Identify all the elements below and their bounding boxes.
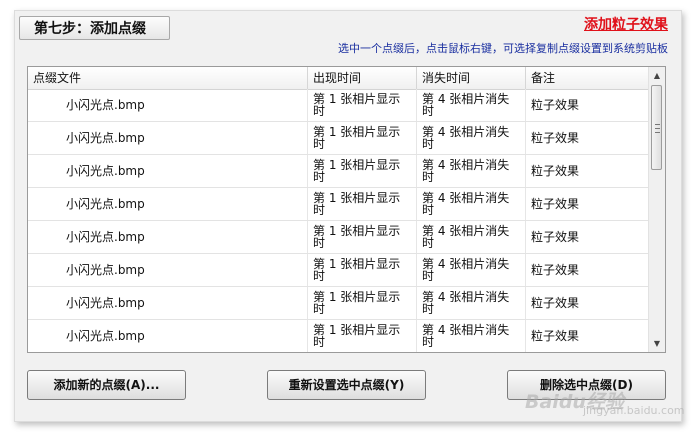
table-body: 小闪光点.bmp 第 1 张相片显示时第 4 张相片消失时 粒子效果 小闪光点.bmp… xyxy=(28,89,648,352)
cell-appear-time: 第 1 张相片显示时 xyxy=(308,188,417,220)
table-row[interactable]: 小闪光点.bmp 第 1 张相片显示时第 4 张相片消失时 粒子效果 xyxy=(28,221,648,254)
cell-disappear-time: 第 4 张相片消失时 xyxy=(417,155,526,187)
table-row[interactable]: 小闪光点.bmp 第 1 张相片显示时第 4 张相片消失时 粒子效果 xyxy=(28,89,648,122)
cell-file: 小闪光点.bmp xyxy=(28,221,308,253)
hint-text: 选中一个点缀后，点击鼠标右键，可选择复制点缀设置到系统剪贴板 xyxy=(338,42,668,55)
column-header-file[interactable]: 点缀文件 xyxy=(28,67,308,89)
cell-disappear-time: 第 4 张相片消失时 xyxy=(417,254,526,286)
scroll-up-arrow-icon[interactable]: ▲ xyxy=(649,67,665,84)
scrollbar-grip-icon xyxy=(655,124,660,133)
decoration-table[interactable]: 点缀文件 出现时间 消失时间 备注 小闪光点.bmp 第 1 张相片显示时第 4 … xyxy=(27,66,666,353)
cell-appear-time: 第 1 张相片显示时 xyxy=(308,287,417,319)
add-decoration-button[interactable]: 添加新的点缀(A)... xyxy=(27,370,186,400)
cell-disappear-time: 第 4 张相片消失时 xyxy=(417,188,526,220)
column-header-appear-time[interactable]: 出现时间 xyxy=(308,67,417,89)
table-row[interactable]: 小闪光点.bmp 第 1 张相片显示时第 4 张相片消失时 粒子效果 xyxy=(28,254,648,287)
cell-file: 小闪光点.bmp xyxy=(28,155,308,187)
column-header-disappear-time[interactable]: 消失时间 xyxy=(417,67,526,89)
cell-note: 粒子效果 xyxy=(531,296,580,310)
table-row[interactable]: 小闪光点.bmp 第 1 张相片显示时第 4 张相片消失时 粒子效果 xyxy=(28,287,648,320)
cell-note: 粒子效果 xyxy=(531,329,580,343)
cell-file: 小闪光点.bmp xyxy=(28,320,308,352)
cell-appear-time: 第 1 张相片显示时 xyxy=(308,320,417,352)
scrollbar-thumb[interactable] xyxy=(651,85,662,170)
cell-disappear-time: 第 4 张相片消失时 xyxy=(417,89,526,121)
step-tab[interactable]: 第七步：添加点缀 xyxy=(19,16,170,40)
cell-note: 粒子效果 xyxy=(531,98,580,112)
cell-file: 小闪光点.bmp xyxy=(28,188,308,220)
cell-appear-time: 第 1 张相片显示时 xyxy=(308,122,417,154)
cell-appear-time: 第 1 张相片显示时 xyxy=(308,89,417,121)
table-row[interactable]: 小闪光点.bmp 第 1 张相片显示时第 4 张相片消失时 粒子效果 xyxy=(28,155,648,188)
vertical-scrollbar[interactable]: ▲ ▼ xyxy=(648,67,665,352)
scroll-down-arrow-icon[interactable]: ▼ xyxy=(649,335,665,352)
baidu-watermark-url: jingyan.baidu.com xyxy=(583,404,685,417)
cell-file: 小闪光点.bmp xyxy=(28,122,308,154)
cell-disappear-time: 第 4 张相片消失时 xyxy=(417,221,526,253)
cell-note: 粒子效果 xyxy=(531,131,580,145)
reset-decoration-button[interactable]: 重新设置选中点缀(Y) xyxy=(267,370,426,400)
column-header-note[interactable]: 备注 xyxy=(526,67,648,89)
cell-note: 粒子效果 xyxy=(531,164,580,178)
cell-file: 小闪光点.bmp xyxy=(28,287,308,319)
add-particle-effect-link[interactable]: 添加粒子效果 xyxy=(584,14,668,34)
cell-appear-time: 第 1 张相片显示时 xyxy=(308,155,417,187)
cell-note: 粒子效果 xyxy=(531,230,580,244)
table-row[interactable]: 小闪光点.bmp 第 1 张相片显示时第 4 张相片消失时 粒子效果 xyxy=(28,320,648,352)
cell-note: 粒子效果 xyxy=(531,263,580,277)
cell-file: 小闪光点.bmp xyxy=(28,89,308,121)
table-header: 点缀文件 出现时间 消失时间 备注 xyxy=(28,67,648,90)
cell-disappear-time: 第 4 张相片消失时 xyxy=(417,287,526,319)
table-row[interactable]: 小闪光点.bmp 第 1 张相片显示时第 4 张相片消失时 粒子效果 xyxy=(28,122,648,155)
cell-disappear-time: 第 4 张相片消失时 xyxy=(417,122,526,154)
cell-disappear-time: 第 4 张相片消失时 xyxy=(417,320,526,352)
cell-appear-time: 第 1 张相片显示时 xyxy=(308,254,417,286)
cell-file: 小闪光点.bmp xyxy=(28,254,308,286)
cell-appear-time: 第 1 张相片显示时 xyxy=(308,221,417,253)
table-row[interactable]: 小闪光点.bmp 第 1 张相片显示时第 4 张相片消失时 粒子效果 xyxy=(28,188,648,221)
cell-note: 粒子效果 xyxy=(531,197,580,211)
